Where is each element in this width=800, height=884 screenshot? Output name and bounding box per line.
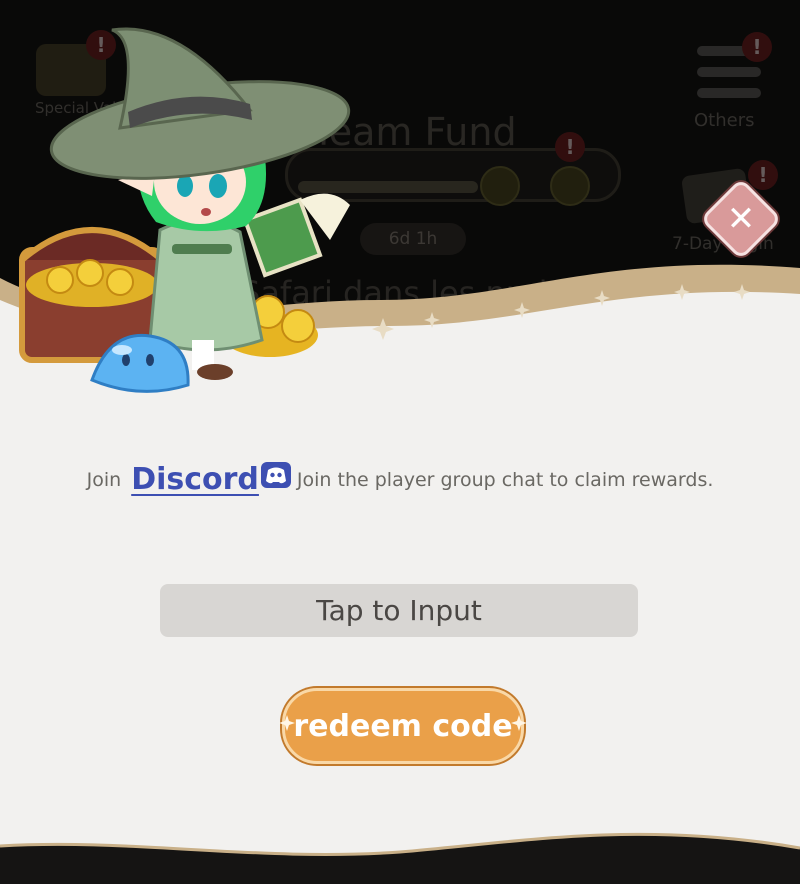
mascot-illustration: [19, 27, 351, 393]
intro-suffix: Join the player group chat to claim rewa…: [296, 469, 714, 491]
discord-intro-text: Join Discord Join the player group chat …: [0, 462, 800, 497]
redeem-button-label: redeem code: [293, 708, 513, 744]
sparkle-icon: [279, 715, 295, 731]
redeem-code-input[interactable]: Tap to Input: [160, 584, 638, 637]
sparkle-icon: [511, 715, 527, 731]
input-placeholder: Tap to Input: [316, 594, 482, 627]
redeem-code-button[interactable]: redeem code: [279, 688, 527, 764]
discord-icon[interactable]: [260, 462, 291, 488]
witch-hat-icon: [49, 27, 351, 180]
intro-prefix: Join: [86, 469, 122, 491]
close-icon: ✕: [726, 199, 756, 239]
discord-link[interactable]: Discord: [131, 462, 259, 497]
